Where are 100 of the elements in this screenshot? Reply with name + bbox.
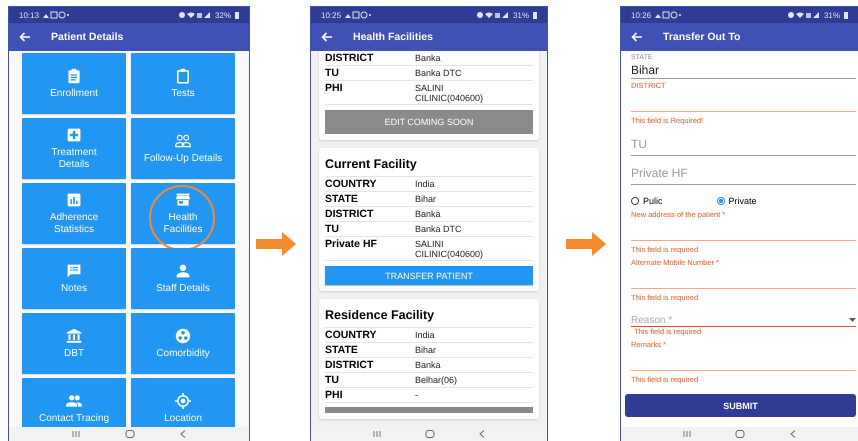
field-value: SALINI CILINIC(040600) bbox=[415, 82, 484, 103]
tile-label: Adherence Statistics bbox=[48, 212, 100, 236]
notification-icons bbox=[345, 11, 372, 19]
home-icon bbox=[124, 430, 135, 438]
input-field[interactable]: TU bbox=[631, 132, 856, 156]
dropdown-field[interactable]: Reason * bbox=[631, 310, 856, 327]
tile-label: Contact Tracing bbox=[38, 412, 110, 424]
signal-icons bbox=[788, 11, 820, 19]
back-button[interactable] bbox=[17, 30, 33, 44]
input-field[interactable]: Private HF bbox=[631, 161, 856, 185]
field-label: TU bbox=[325, 67, 340, 79]
status-time: 10:13 bbox=[19, 10, 40, 20]
menu-tile[interactable]: Tests bbox=[131, 53, 235, 114]
bar-chart-icon bbox=[66, 192, 82, 208]
input-field[interactable]: Bihar bbox=[631, 61, 856, 79]
tile-label: DBT bbox=[64, 348, 84, 360]
status-time: 10:26 bbox=[631, 10, 652, 20]
field-label: Private HF bbox=[325, 238, 378, 252]
field-label: STATE bbox=[325, 344, 359, 356]
field-value: Banka bbox=[415, 52, 442, 64]
tile-label: Health Facilities bbox=[162, 212, 204, 236]
right-arrow bbox=[256, 232, 296, 256]
field-label: DISTRICT bbox=[325, 52, 374, 64]
field-value: Banka bbox=[415, 359, 442, 371]
card-title: Current Facility bbox=[325, 151, 533, 177]
field-label: TU bbox=[325, 374, 340, 386]
field-value: Bihar bbox=[415, 193, 438, 205]
radio-button[interactable] bbox=[716, 197, 725, 205]
home-icon bbox=[735, 430, 746, 438]
circle-dots-icon bbox=[175, 328, 191, 344]
back-icon bbox=[790, 430, 796, 438]
people-icon bbox=[66, 392, 82, 408]
field-label: TU bbox=[325, 223, 340, 235]
field-value: Banka DTC bbox=[415, 223, 463, 235]
radio-label: Private bbox=[728, 196, 757, 206]
menu-tile[interactable]: Treatment Details bbox=[22, 118, 126, 179]
menu-tile[interactable]: DBT bbox=[22, 313, 126, 374]
field-value: India bbox=[415, 329, 436, 341]
screen-title: Transfer Out To bbox=[663, 31, 740, 43]
radio-button[interactable] bbox=[631, 197, 639, 205]
menu-tile[interactable]: Comorbidity bbox=[131, 313, 235, 374]
field-value: SALINI CILINIC(040600) bbox=[415, 238, 484, 259]
notification-icons bbox=[43, 11, 70, 19]
menu-tile[interactable]: Contact Tracing bbox=[22, 378, 126, 427]
battery-icon bbox=[533, 11, 537, 19]
store-icon bbox=[175, 192, 191, 208]
tile-label: Staff Details bbox=[156, 282, 210, 294]
people-icon bbox=[175, 132, 191, 148]
menu-tile[interactable]: Enrollment bbox=[22, 53, 126, 114]
recent-apps-icon bbox=[72, 430, 80, 438]
medical-plus-icon bbox=[66, 126, 82, 142]
tile-label: Treatment Details bbox=[50, 146, 98, 170]
menu-tile[interactable]: Staff Details bbox=[131, 248, 235, 309]
battery-level: 31% bbox=[824, 10, 840, 20]
battery-level: 32% bbox=[214, 10, 231, 20]
back-arrow-icon bbox=[321, 32, 333, 42]
signal-icons bbox=[476, 11, 509, 19]
field-label: PHI bbox=[325, 82, 344, 96]
person-icon bbox=[175, 262, 191, 278]
recent-apps-icon bbox=[683, 430, 692, 438]
field-value: Belhar(06) bbox=[415, 374, 458, 386]
battery-icon bbox=[844, 11, 848, 19]
tile-label: Enrollment bbox=[50, 88, 98, 100]
field-label: DISTRICT bbox=[325, 208, 374, 220]
field-value: India bbox=[415, 178, 436, 190]
field-value: - bbox=[415, 389, 419, 401]
tile-label: Follow-Up Details bbox=[144, 152, 222, 164]
message-icon bbox=[66, 262, 82, 278]
screen-title: Patient Details bbox=[51, 31, 124, 43]
menu-tile[interactable]: Location bbox=[131, 378, 235, 427]
status-time: 10:25 bbox=[321, 10, 342, 20]
card-title: Residence Facility bbox=[325, 302, 533, 328]
right-arrow bbox=[566, 232, 606, 256]
menu-tile[interactable]: Adherence Statistics bbox=[22, 183, 126, 244]
tile-label: Tests bbox=[171, 88, 195, 100]
back-icon bbox=[180, 430, 186, 438]
back-icon bbox=[479, 430, 485, 438]
screen-title: Health Facilities bbox=[353, 31, 433, 43]
field-label: COUNTRY bbox=[325, 329, 378, 341]
back-button[interactable] bbox=[629, 30, 645, 44]
edit-button: EDIT COMING SOON bbox=[325, 110, 533, 134]
menu-tile[interactable]: Follow-Up Details bbox=[131, 118, 235, 179]
clipboard-icon bbox=[175, 68, 191, 84]
menu-tile[interactable]: Notes bbox=[22, 248, 126, 309]
dropdown-caret-icon bbox=[849, 318, 856, 322]
tile-label: Comorbidity bbox=[156, 348, 210, 360]
notification-icons bbox=[655, 11, 682, 19]
submit-button[interactable]: SUBMIT bbox=[625, 394, 856, 417]
battery-level: 31% bbox=[512, 10, 529, 20]
radio-label: Pulic bbox=[643, 196, 663, 206]
back-button[interactable] bbox=[319, 30, 335, 44]
recent-apps-icon bbox=[373, 430, 381, 438]
field-value: Bihar bbox=[415, 344, 438, 356]
field-label: COUNTRY bbox=[325, 178, 378, 190]
signal-icons bbox=[178, 11, 211, 19]
clipboard-icon bbox=[66, 68, 82, 84]
field-value: Banka bbox=[415, 208, 442, 220]
transfer-button[interactable]: TRANSFER PATIENT bbox=[325, 266, 533, 285]
back-arrow-icon bbox=[631, 32, 643, 42]
field-label: STATE bbox=[325, 193, 359, 205]
